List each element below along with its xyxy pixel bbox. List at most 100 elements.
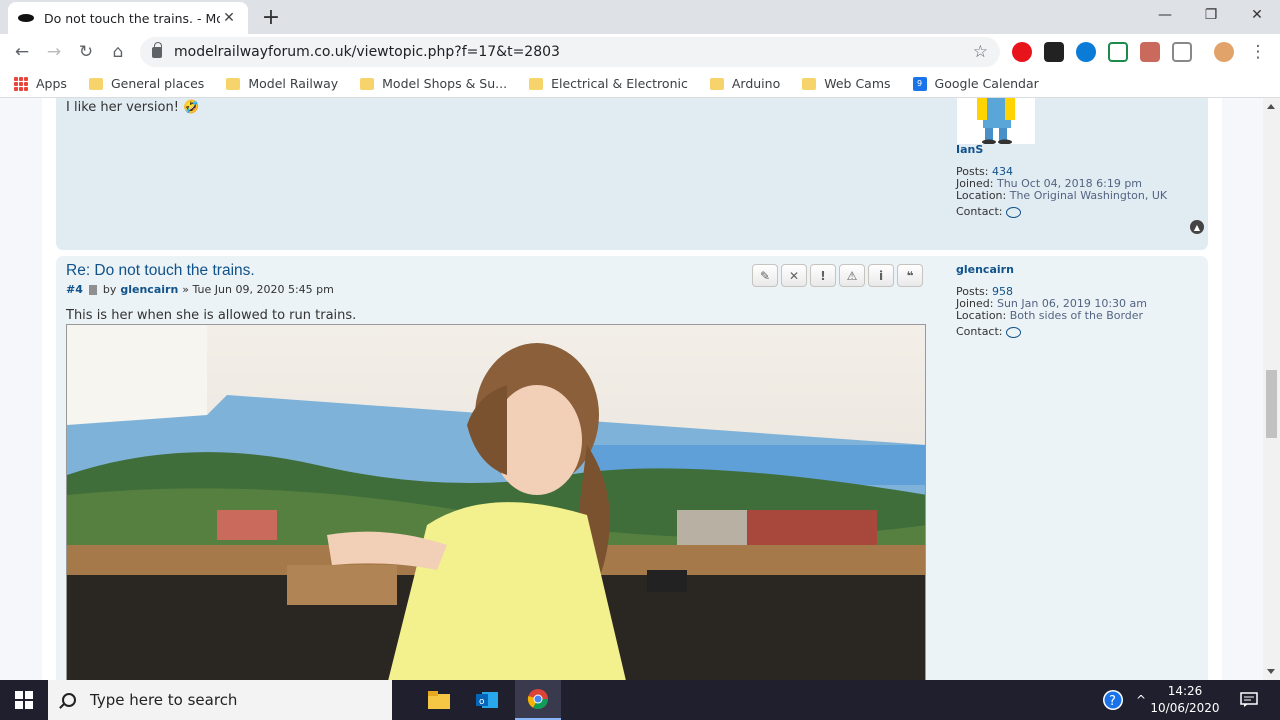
post-meta: #4 by glencairn » Tue Jun 09, 2020 5:45 … [66,283,334,296]
folder-icon [709,77,724,90]
quote-icon[interactable]: ❝ [897,264,923,287]
bookmark-apps[interactable]: Apps [14,76,67,91]
search-icon [62,693,76,707]
search-extension-icon[interactable] [1172,42,1192,62]
delete-icon[interactable]: ✕ [781,264,807,287]
taskbar-clock[interactable]: 14:26 10/06/2020 [1150,683,1220,717]
new-tab-icon[interactable]: + [258,4,284,30]
post-profile: glencairn Posts: 958 Joined: Sun Jan 06,… [956,264,1147,338]
notifications-icon[interactable] [1226,680,1272,720]
post-title[interactable]: Re: Do not touch the trains. [66,262,255,280]
bookmark-label: Model Shops & Su... [382,76,508,91]
menu-icon[interactable]: ⋮ [1244,38,1272,66]
tab-close-icon[interactable]: ✕ [220,9,238,27]
calendar-extension-icon[interactable] [1108,42,1128,62]
browser-toolbar: ← → ↻ ⌂ modelrailwayforum.co.uk/viewtopi… [0,34,1280,70]
chrome-icon[interactable] [515,680,561,720]
bookmark-model-railway[interactable]: Model Railway [226,76,338,91]
page-scrollbar[interactable] [1263,98,1280,680]
page-viewport: I like her version! 🤣 IanS Posts: 434 Jo… [0,98,1280,680]
calendar-icon: 9 [912,76,927,91]
bookmark-model-shops[interactable]: Model Shops & Su... [360,76,507,91]
tab-title: Do not touch the trains. - Model Railway… [44,10,220,26]
contact-bubble-icon[interactable] [1005,206,1021,218]
search-placeholder: Type here to search [90,691,238,709]
back-to-top-icon[interactable]: ▲ [1190,220,1204,234]
location-label: Location: [956,309,1007,322]
pdf-extension-icon[interactable] [1140,42,1160,62]
address-bar[interactable]: modelrailwayforum.co.uk/viewtopic.php?f=… [140,37,1000,67]
outlook-icon[interactable]: o [464,680,510,720]
location-label: Location: [956,189,1007,202]
clock-time: 14:26 [1167,684,1203,698]
windows-taskbar: Type here to search o ? ^ 14:26 10/06/20… [0,680,1280,720]
bookmark-web-cams[interactable]: Web Cams [802,76,891,91]
post-number[interactable]: #4 [66,283,83,296]
bookmark-label: Web Cams [824,76,891,91]
profile-avatar-icon[interactable] [1214,42,1234,62]
home-icon[interactable]: ⌂ [104,38,132,66]
bookmark-label: Google Calendar [934,76,1039,91]
bookmarks-bar: Apps General places Model Railway Model … [0,70,1280,98]
scroll-down-icon[interactable] [1267,669,1275,674]
windows-start-icon[interactable] [0,680,48,720]
post-profile: IanS Posts: 434 Joined: Thu Oct 04, 2018… [956,144,1167,218]
window-close-icon[interactable]: ✕ [1234,0,1280,30]
bookmark-google-calendar[interactable]: 9 Google Calendar [912,76,1039,91]
post-body: This is her when she is allowed to run t… [66,308,357,323]
scroll-thumb[interactable] [1266,370,1277,438]
folder-icon [802,77,817,90]
url-text: modelrailwayforum.co.uk/viewtopic.php?f=… [174,44,560,60]
location-value: The Original Washington, UK [1009,189,1168,202]
reload-icon[interactable]: ↻ [72,38,100,66]
back-icon[interactable]: ← [8,38,36,66]
taskbar-search-input[interactable]: Type here to search [48,680,392,720]
contact-bubble-icon[interactable] [1005,326,1021,338]
site-favicon-icon [18,14,34,22]
post-body: I like her version! 🤣 [66,100,200,115]
tab-strip: Do not touch the trains. - Model Railway… [0,0,1280,34]
bookmark-label: Apps [36,76,67,91]
bookmark-electrical[interactable]: Electrical & Electronic [529,76,688,91]
post-photo[interactable] [66,324,926,680]
post-author-name[interactable]: IanS [956,144,1167,156]
svg-text:?: ? [1109,694,1116,709]
edit-icon[interactable]: ✎ [752,264,778,287]
opera-extension-icon[interactable] [1012,42,1032,62]
bookmark-label: Model Railway [248,76,339,91]
folder-icon [226,77,241,90]
restore-icon[interactable]: ❐ [1188,0,1234,30]
lock-icon [152,41,162,58]
folder-icon [529,77,544,90]
post-doc-icon [88,284,97,295]
post-author-link[interactable]: glencairn [120,283,178,296]
folder-icon [88,77,103,90]
warn-icon[interactable]: ! [810,264,836,287]
bookmark-label: Arduino [731,76,781,91]
post-date: » Tue Jun 09, 2020 5:45 pm [182,283,334,296]
off-extension-icon[interactable] [1044,42,1064,62]
bookmark-label: Electrical & Electronic [551,76,688,91]
post-by-label: by [102,283,117,296]
post-author-name[interactable]: glencairn [956,264,1147,276]
bookmark-arduino[interactable]: Arduino [709,76,781,91]
forward-icon[interactable]: → [40,38,68,66]
file-explorer-icon[interactable] [416,680,462,720]
minimize-icon[interactable]: — [1142,0,1188,30]
folder-icon [360,77,375,90]
avatar [957,98,1035,144]
bookmark-star-icon[interactable]: ☆ [973,42,988,62]
browser-tab[interactable]: Do not touch the trains. - Model Railway… [8,2,248,34]
hp-extension-icon[interactable] [1076,42,1096,62]
forum-post: Re: Do not touch the trains. #4 by glenc… [56,256,1208,680]
location-value: Both sides of the Border [1009,309,1144,322]
bookmark-general-places[interactable]: General places [88,76,205,91]
report-icon[interactable]: ⚠ [839,264,865,287]
scroll-up-icon[interactable] [1267,104,1275,109]
info-icon[interactable]: i [868,264,894,287]
svg-text:o: o [479,697,485,707]
clock-date: 10/06/2020 [1150,701,1220,715]
bookmark-label: General places [110,76,205,91]
forum-post: I like her version! 🤣 IanS Posts: 434 Jo… [56,98,1208,250]
apps-grid-icon [14,76,28,91]
